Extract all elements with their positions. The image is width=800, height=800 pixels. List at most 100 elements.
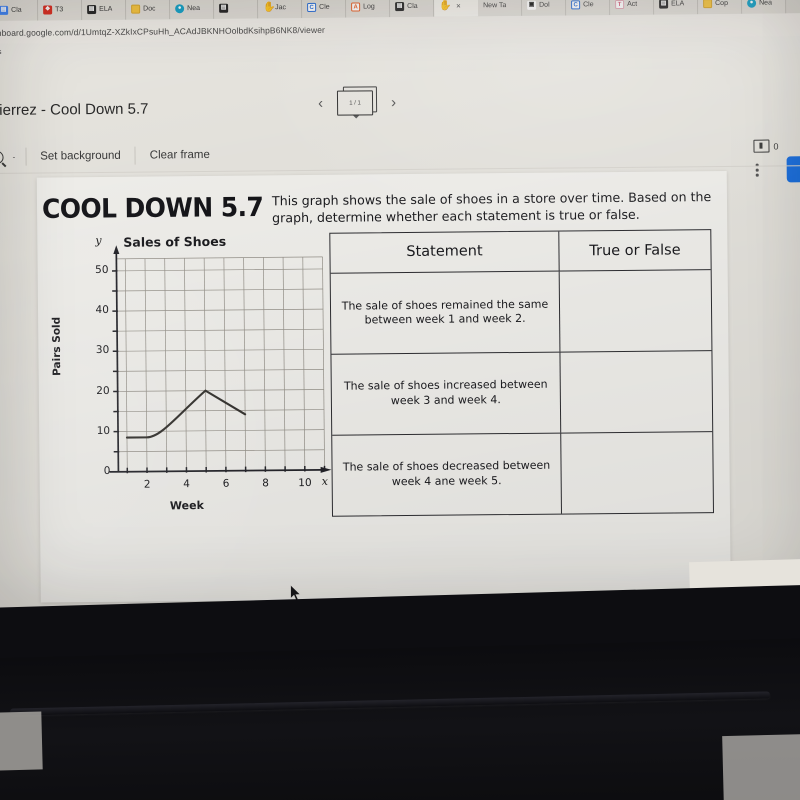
frame-thumbnail[interactable]: 1 / 1 <box>336 86 378 119</box>
browser-tab[interactable]: ▤ Cla <box>0 0 39 21</box>
table-row: The sale of shoes decreased between week… <box>332 432 713 516</box>
browser-tab-label: Cla <box>11 6 22 14</box>
worksheet-image: COOL DOWN 5.7 This graph shows the sale … <box>37 171 731 603</box>
kebab-dot <box>755 168 759 172</box>
browser-tab[interactable]: New Ta <box>478 0 523 17</box>
browser-tab-label: Doc <box>143 4 156 13</box>
folder-icon <box>131 4 141 14</box>
folder-icon <box>703 0 713 8</box>
jamboard-app: tierrez - Cool Down 5.7 ‹ 1 / 1 › - Set … <box>0 53 800 608</box>
browser-tab-label: Nea <box>187 4 201 12</box>
grid-line-horizontal <box>117 328 324 332</box>
url-text: mboard.google.com/d/1UmtqZ-XZkIxCPsuHh_A… <box>0 24 325 38</box>
bookmark-item[interactable]: ks <box>0 49 2 56</box>
app-toolbar: - Set background Clear frame <box>0 133 800 174</box>
laptop-edge-right <box>722 733 800 800</box>
x-axis-arrow <box>320 466 332 473</box>
close-icon[interactable]: × <box>456 1 461 10</box>
circle-icon: ● <box>747 0 757 8</box>
browser-tab-label: ELA <box>99 5 113 13</box>
browser-tab[interactable]: ▣ Dol <box>522 0 567 16</box>
grid-line-horizontal <box>118 429 325 432</box>
grid-line-horizontal <box>116 308 324 312</box>
image-icon: ❖ <box>43 4 53 15</box>
browser-tab[interactable]: ▤ <box>214 0 259 19</box>
page-title[interactable]: tierrez - Cool Down 5.7 <box>0 100 149 118</box>
set-background-button[interactable]: Set background <box>26 150 135 163</box>
browser-tab-label: Jac <box>275 3 287 11</box>
laptop-edge-left <box>0 711 43 771</box>
browser-tab-label: Log <box>363 2 375 10</box>
browser-tab[interactable]: ❖ T3 <box>38 0 83 21</box>
column-header-true-or-false: True or False <box>589 242 681 259</box>
answer-cell[interactable] <box>560 271 712 352</box>
browser-tab-label: Dol <box>539 1 550 9</box>
browser-tab[interactable]: A Log <box>346 0 391 18</box>
zoom-control[interactable]: - <box>0 150 16 164</box>
chevron-right-icon[interactable]: › <box>391 94 396 111</box>
frame-counter: 1 / 1 <box>336 90 374 116</box>
y-axis-line <box>115 253 120 472</box>
worksheet-title: COOL DOWN 5.7 <box>41 191 264 225</box>
browser-tab-label: T3 <box>55 5 64 13</box>
photo-of-laptop-screen: ▤ Cla ❖ T3 ▤ ELA Doc ● Nea ▤ ✋ Jac C Cle A Log ▤ Cla ✋ × New… <box>0 0 800 800</box>
browser-tab[interactable]: C Cle <box>566 0 611 16</box>
browser-tab-label: Cle <box>319 3 330 11</box>
grid-line-horizontal <box>116 288 323 292</box>
grid-line-horizontal <box>117 348 324 352</box>
browser-tab-label: Cop <box>715 0 728 7</box>
grid-line-horizontal <box>117 369 324 372</box>
table-header-row: Statement True or False <box>330 230 711 275</box>
browser-tab-label: New Ta <box>483 1 507 9</box>
browser-tab[interactable]: ▤ ELA <box>653 0 699 15</box>
x-axis-label: Week <box>169 498 204 513</box>
browser-window: ▤ Cla ❖ T3 ▤ ELA Doc ● Nea ▤ ✋ Jac C Cle A Log ▤ Cla ✋ × New… <box>0 0 800 608</box>
browser-tab[interactable]: Cop <box>697 0 743 15</box>
chart: Sales of Shoes y x Pairs Sold Week 0 10 20… <box>47 233 345 531</box>
browser-tab[interactable]: ● Nea <box>741 0 787 14</box>
browser-tab[interactable]: C Cle <box>302 0 347 19</box>
answer-cell[interactable] <box>560 351 712 432</box>
doc-icon: ▤ <box>0 5 9 15</box>
browser-tab[interactable]: ✋ Jac <box>258 0 303 19</box>
text-icon: T <box>615 0 625 9</box>
browser-tab[interactable]: ▤ Cla <box>390 0 435 18</box>
present-icon[interactable] <box>753 139 770 153</box>
cast-count: 0 <box>773 140 779 152</box>
circle-icon: ● <box>175 3 185 13</box>
browser-tab[interactable]: ▤ ELA <box>82 0 127 21</box>
cast-control[interactable]: 0 <box>753 139 779 153</box>
zoom-level: - <box>12 152 16 162</box>
doc-icon: ▤ <box>395 1 405 11</box>
statement-cell: The sale of shoes remained the same betw… <box>330 272 561 355</box>
doc-icon: ▤ <box>219 3 229 13</box>
browser-tab[interactable]: Doc <box>126 0 171 20</box>
answer-cell[interactable] <box>561 432 713 513</box>
doc-icon: ▤ <box>659 0 669 9</box>
x-axis-line <box>109 468 323 473</box>
kebab-dot <box>755 173 759 177</box>
browser-tab-label: Nea <box>759 0 772 7</box>
chevron-down-icon[interactable] <box>353 115 360 119</box>
app-icon: A <box>351 1 361 12</box>
table-row: The sale of shoes increased between week… <box>331 351 713 436</box>
grid-line-horizontal <box>116 256 323 260</box>
grid-line-horizontal <box>118 449 325 453</box>
browser-tab[interactable]: ● Nea <box>170 0 215 20</box>
jamboard-canvas[interactable]: COOL DOWN 5.7 This graph shows the sale … <box>36 170 731 603</box>
app-header: tierrez - Cool Down 5.7 <box>0 78 800 134</box>
laptop-base <box>0 637 800 800</box>
browser-tab-label: Cla <box>407 2 418 10</box>
table-row: The sale of shoes remained the same betw… <box>330 270 712 356</box>
classroom-icon: C <box>307 2 317 12</box>
statement-table: Statement True or False The sale of shoes … <box>329 229 714 517</box>
video-icon: ▣ <box>527 0 537 10</box>
hand-icon: ✋ <box>263 1 276 13</box>
clear-frame-button[interactable]: Clear frame <box>136 149 224 162</box>
browser-tab[interactable]: T Act <box>610 0 655 16</box>
chevron-left-icon[interactable]: ‹ <box>318 94 323 111</box>
search-icon[interactable] <box>0 150 4 164</box>
browser-tab[interactable]: ✋ × <box>434 0 479 17</box>
hand-icon: ✋ <box>439 0 452 12</box>
y-axis-arrow <box>113 245 120 255</box>
